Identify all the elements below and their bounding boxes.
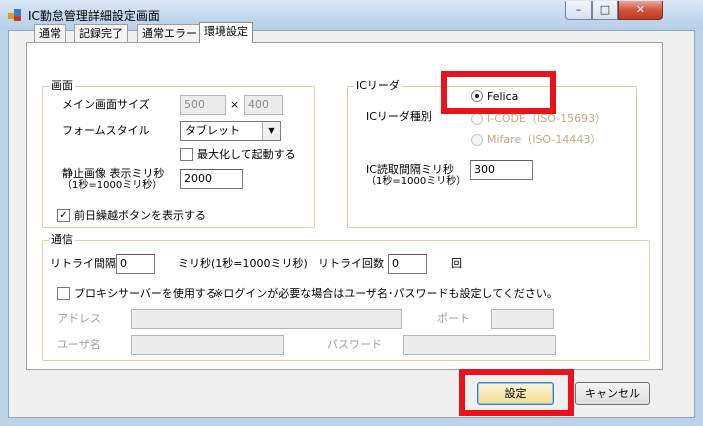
- tab-normal[interactable]: 通常: [34, 24, 66, 42]
- username-input[interactable]: [131, 335, 284, 355]
- maximize-button[interactable]: □: [592, 1, 618, 20]
- address-label: アドレス: [57, 312, 101, 325]
- retry-count-input[interactable]: 0: [388, 254, 427, 274]
- reader-type-label: ICリーダ種別: [366, 110, 432, 123]
- retry-count-label: リトライ回数: [318, 257, 384, 270]
- screen-group-legend: 画面: [49, 79, 75, 93]
- app-icon: [8, 9, 21, 21]
- reader-group-legend: ICリーダ: [354, 79, 402, 93]
- prev-day-checkbox[interactable]: ✓: [57, 209, 70, 222]
- port-label: ポート: [437, 312, 470, 325]
- reader-interval-sublabel: （1秒=1000ミリ秒）: [366, 176, 467, 187]
- maximize-label: 最大化して起動する: [197, 148, 296, 161]
- mifare-label: Mifare（ISO-14443）: [487, 133, 602, 146]
- tab-environment-settings[interactable]: 環境設定: [199, 22, 253, 43]
- times-symbol: ×: [230, 98, 240, 111]
- close-button[interactable]: ✕: [618, 1, 663, 20]
- save-highlight-box: [459, 369, 574, 416]
- password-label: パスワード: [327, 338, 382, 351]
- cancel-button[interactable]: キャンセル: [575, 382, 650, 405]
- felica-highlight-box: [441, 71, 556, 114]
- retry-count-unit: 回: [451, 257, 462, 270]
- minimize-button[interactable]: –: [565, 1, 592, 20]
- chevron-down-icon[interactable]: ▼: [262, 122, 280, 140]
- password-input[interactable]: [403, 335, 556, 355]
- tab-record-complete[interactable]: 記録完了: [74, 24, 128, 42]
- window-title: IC勤怠管理詳細設定画面: [28, 9, 160, 23]
- retry-interval-unit: ミリ秒(1秒=1000ミリ秒): [178, 257, 308, 270]
- mifare-radio[interactable]: [471, 134, 483, 146]
- screen-width-input[interactable]: 500: [180, 95, 226, 115]
- form-style-select[interactable]: タブレット ▼: [180, 121, 281, 141]
- reader-interval-input[interactable]: 300: [470, 160, 533, 180]
- prev-day-label: 前日繰越ボタンを表示する: [74, 209, 206, 222]
- address-input[interactable]: [131, 309, 402, 329]
- main-screen-size-label: メイン画面サイズ: [62, 98, 150, 111]
- maximize-checkbox[interactable]: [180, 148, 193, 161]
- communication-group-legend: 通信: [49, 233, 75, 247]
- retry-interval-input[interactable]: 0: [116, 254, 155, 274]
- still-image-ms-input[interactable]: 2000: [180, 169, 243, 189]
- port-input[interactable]: [491, 309, 554, 329]
- proxy-checkbox[interactable]: [57, 287, 70, 300]
- form-style-label: フォームスタイル: [62, 124, 150, 137]
- form-style-value: タブレット: [185, 124, 240, 137]
- tab-normal-error[interactable]: 通常エラー: [137, 24, 202, 42]
- icode-radio[interactable]: [471, 113, 483, 125]
- proxy-label: プロキシサーバーを使用する: [74, 287, 217, 300]
- screen-height-input[interactable]: 400: [244, 95, 283, 115]
- icode-label: I-CODE（ISO-15693）: [487, 112, 607, 125]
- proxy-note: ※ログインが必要な場合はユーザ名･パスワードも設定してください。: [214, 287, 558, 300]
- still-image-sublabel: （1秒=1000ミリ秒）: [62, 180, 163, 191]
- username-label: ユーザ名: [57, 338, 101, 351]
- retry-interval-label: リトライ間隔: [50, 257, 116, 270]
